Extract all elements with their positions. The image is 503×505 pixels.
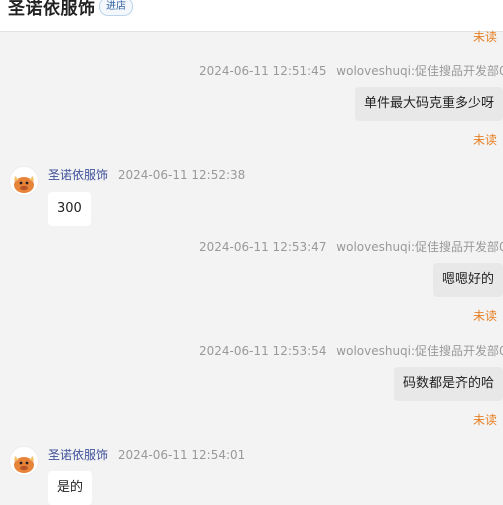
message-meta: 2024-06-11 12:51:45 woloveshuqi:促佳搜品开发部0… [199,62,503,79]
incoming-message-bubble: 300 [48,192,91,226]
unread-status: 未读 [472,133,497,147]
unread-status: 未读 [472,309,497,323]
message-meta: 2024-06-11 12:53:47 woloveshuqi:促佳搜品开发部0… [199,238,503,255]
enter-shop-button[interactable]: 进店 [99,0,133,16]
outgoing-message-bubble: 码数都是齐的哈 [393,367,503,401]
message-meta: 2024-06-11 12:53:54 woloveshuqi:促佳搜品开发部0… [199,342,503,359]
message-sender: woloveshuqi:促佳搜品开发部063 [336,64,503,78]
incoming-message-bubble: 是的 [48,471,93,505]
message-time: 2024-06-11 12:51:45 [199,64,327,78]
unread-status: 未读 [472,413,497,427]
unread-status: 未读 [472,30,497,44]
outgoing-message-bubble: 单件最大码克重多少呀 [354,87,503,121]
message-time: 2024-06-11 12:53:47 [199,240,327,254]
message-meta: 圣诺依服饰 2024-06-11 12:54:01 [48,446,245,463]
message-sender: woloveshuqi:促佳搜品开发部063 [336,240,503,254]
message-time: 2024-06-11 12:52:38 [117,168,246,182]
message-time: 2024-06-11 12:53:54 [199,344,327,358]
chat-header: 圣诺依服饰 进店 [0,0,503,32]
sender-shop-name[interactable]: 圣诺依服饰 [48,168,108,182]
message-meta: 圣诺依服饰 2024-06-11 12:52:38 [48,166,245,183]
message-time: 2024-06-11 12:54:01 [117,448,246,462]
shop-avatar[interactable] [9,166,39,196]
sender-shop-name[interactable]: 圣诺依服饰 [48,448,108,462]
orange-cow-mascot-icon [14,456,34,473]
shop-avatar[interactable] [9,446,39,476]
orange-cow-mascot-icon [14,176,34,193]
outgoing-message-bubble: 嗯嗯好的 [432,263,503,297]
shop-title: 圣诺依服饰 [8,0,96,19]
message-sender: woloveshuqi:促佳搜品开发部063 [336,344,503,358]
